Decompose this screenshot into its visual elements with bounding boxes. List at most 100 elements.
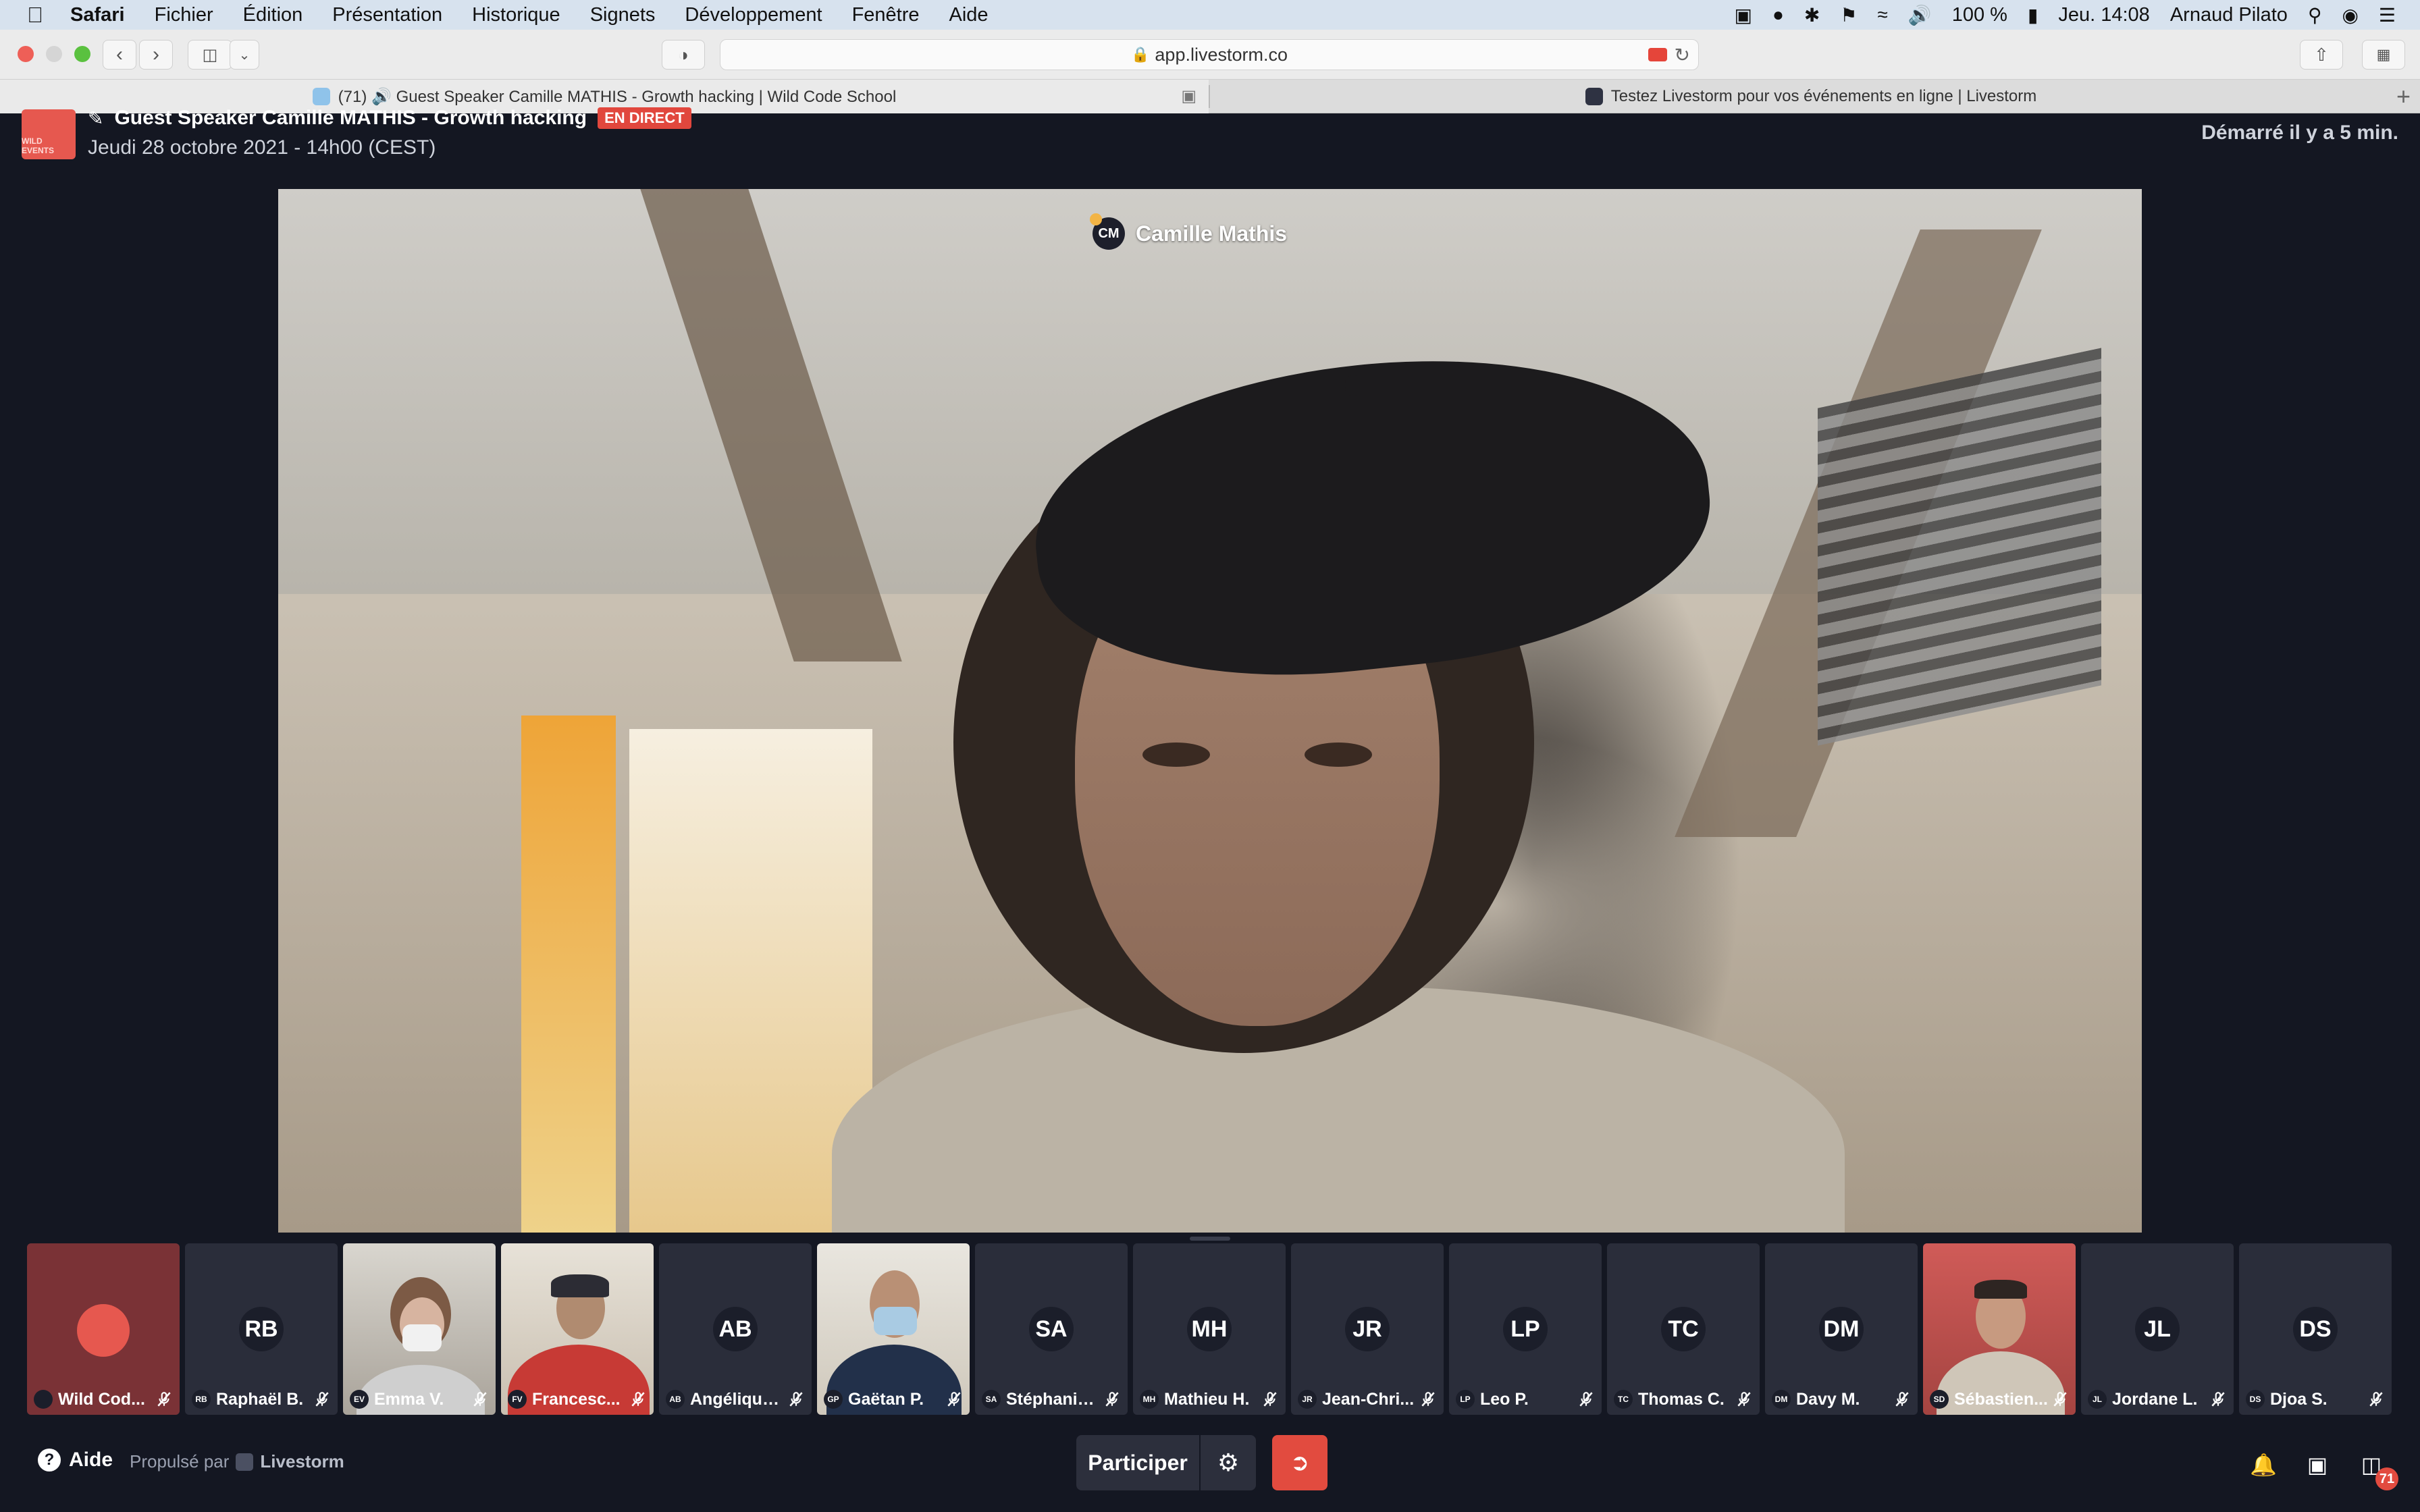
participant-tile[interactable]: TC TC Thomas C. (1607, 1243, 1760, 1415)
join-button[interactable]: Participer (1076, 1435, 1199, 1490)
minimize-window-button[interactable] (46, 46, 62, 62)
address-bar[interactable]: 🔒 app.livestorm.co ↻ (720, 39, 1699, 70)
participant-mini-avatar: DS (2246, 1390, 2265, 1409)
battery-icon[interactable]: ▮ (2028, 4, 2038, 26)
microphone-muted-icon (1893, 1390, 1911, 1408)
sidebar-menu-button[interactable]: ⌄ (230, 40, 259, 70)
menu-signets[interactable]: Signets (590, 4, 656, 26)
menu-presentation[interactable]: Présentation (332, 4, 442, 26)
participant-name: Wild Cod... (58, 1389, 145, 1409)
notification-badge: 71 (2375, 1467, 2398, 1490)
participant-tile[interactable]: EVEVEmma V. (343, 1243, 496, 1415)
participant-tile[interactable]: LP LP Leo P. (1449, 1243, 1602, 1415)
participant-avatar: AB (713, 1307, 758, 1351)
volume-icon[interactable]: 🔊 (1908, 4, 1932, 26)
reload-icon[interactable]: ↻ (1675, 44, 1690, 66)
video-shutter (1818, 348, 2101, 746)
participant-mini-avatar: EV (350, 1390, 369, 1409)
leave-button[interactable]: ➲ (1272, 1435, 1327, 1490)
privacy-report-button[interactable]: ◑ (662, 40, 705, 70)
participant-avatar: DM (1819, 1307, 1864, 1351)
camera-in-use-icon[interactable] (1648, 48, 1667, 61)
participant-avatar: MH (1187, 1307, 1232, 1351)
participant-name: Raphaël B. (216, 1389, 304, 1409)
participant-tile[interactable]: MH MH Mathieu H. (1133, 1243, 1286, 1415)
wifi-icon[interactable]: ≈ (1877, 4, 1887, 26)
settings-button[interactable]: ⚙ (1201, 1435, 1256, 1490)
menu-fichier[interactable]: Fichier (155, 4, 213, 26)
share-icon: ⇧ (2314, 44, 2329, 65)
menu-historique[interactable]: Historique (472, 4, 560, 26)
status-circle-icon[interactable]: ● (1772, 4, 1784, 26)
bluetooth-icon[interactable]: ✱ (1804, 4, 1820, 26)
participant-tile[interactable]: FVFVFrancesc... (501, 1243, 654, 1415)
participant-tile[interactable]: DS DS Djoa S. (2239, 1243, 2392, 1415)
user-name[interactable]: Arnaud Pilato (2170, 4, 2288, 26)
tab-overview-button[interactable]: ▦ (2362, 40, 2405, 70)
participant-avatar: DS (2293, 1307, 2338, 1351)
apple-menu-icon[interactable]:  (0, 3, 70, 28)
participant-mini-avatar: JL (2088, 1390, 2107, 1409)
participant-mini-avatar: MH (1140, 1390, 1159, 1409)
participant-tile[interactable]: DM DM Davy M. (1765, 1243, 1918, 1415)
chevron-right-icon: › (153, 43, 159, 65)
participant-name: Mathieu H. (1164, 1389, 1250, 1409)
speaker-figure (832, 310, 1845, 1233)
notifications-button[interactable]: 🔔 (2250, 1451, 2277, 1478)
participant-avatar: JL (2135, 1307, 2180, 1351)
participant-name: Djoa S. (2270, 1389, 2327, 1409)
camera-status-icon[interactable]: ▣ (1734, 4, 1752, 26)
participant-tile[interactable]: JL JL Jordane L. (2081, 1243, 2234, 1415)
participant-video (551, 1274, 609, 1297)
tab-label: Testez Livestorm pour vos événements en … (1610, 87, 2037, 105)
participant-tile[interactable]: SA SA Stéphanie... (975, 1243, 1128, 1415)
participant-tile[interactable]: GPGPGaëtan P. (817, 1243, 970, 1415)
resize-handle[interactable] (1190, 1237, 1230, 1241)
microphone-muted-icon (2367, 1390, 2385, 1408)
participant-avatar: RB (239, 1307, 284, 1351)
share-button[interactable]: ⇧ (2300, 40, 2343, 70)
tab-livestorm-test[interactable]: Testez Livestorm pour vos événements en … (1210, 80, 2412, 113)
menu-fenetre[interactable]: Fenêtre (852, 4, 920, 26)
close-window-button[interactable] (18, 46, 34, 62)
participant-tile[interactable]: JR JR Jean-Chri... (1291, 1243, 1444, 1415)
forward-button[interactable]: › (139, 40, 173, 70)
gear-icon: ⚙ (1217, 1449, 1240, 1476)
microphone-muted-icon (1577, 1390, 1595, 1408)
back-button[interactable]: ‹ (103, 40, 136, 70)
main-speaker-video[interactable]: CM Camille Mathis (278, 189, 2142, 1233)
participant-mini-avatar: JR (1298, 1390, 1317, 1409)
fullscreen-button[interactable]: ▣ (2304, 1451, 2331, 1478)
event-logo: WILD EVENTS (22, 109, 76, 159)
participant-tile[interactable]: SDSDSébastien... (1923, 1243, 2076, 1415)
url-text: app.livestorm.co (1155, 44, 1288, 65)
flag-fr-icon[interactable]: ⚑ (1840, 4, 1857, 26)
menu-developpement[interactable]: Développement (685, 4, 822, 26)
new-tab-plus-icon[interactable]: + (2396, 82, 2411, 111)
tab-label: (71) 🔊 Guest Speaker Camille MATHIS - Gr… (338, 87, 897, 106)
participant-name: Thomas C. (1638, 1389, 1725, 1409)
livestorm-favicon-icon (1585, 88, 1603, 105)
participant-mini-avatar: LP (1456, 1390, 1475, 1409)
siri-icon[interactable]: ◉ (2342, 4, 2358, 26)
menu-app-name[interactable]: Safari (70, 4, 125, 26)
participant-mini-avatar: RB (192, 1390, 211, 1409)
microphone-muted-icon (1419, 1390, 1437, 1408)
spotlight-search-icon[interactable]: ⚲ (2308, 4, 2322, 26)
participant-tile[interactable]: RB RB Raphaël B. (185, 1243, 338, 1415)
zoom-window-button[interactable] (74, 46, 90, 62)
microphone-muted-icon (2209, 1390, 2227, 1408)
participant-tile[interactable]: Wild Cod... (27, 1243, 180, 1415)
speaker-avatar: CM (1090, 213, 1125, 250)
control-center-icon[interactable]: ☰ (2379, 4, 2396, 26)
powered-by[interactable]: Propulsé par Livestorm (130, 1451, 344, 1472)
menu-edition[interactable]: Édition (243, 4, 303, 26)
sidebar-toggle-button[interactable]: ◫ (188, 40, 232, 70)
help-button[interactable]: ? Aide (38, 1449, 113, 1472)
participant-tile[interactable]: AB AB Angélique... (659, 1243, 812, 1415)
menu-aide[interactable]: Aide (949, 4, 989, 26)
microphone-muted-icon (1261, 1390, 1279, 1408)
participant-name: Stéphanie... (1006, 1389, 1101, 1409)
participant-mini-avatar: FV (508, 1390, 527, 1409)
clock[interactable]: Jeu. 14:08 (2058, 4, 2149, 26)
